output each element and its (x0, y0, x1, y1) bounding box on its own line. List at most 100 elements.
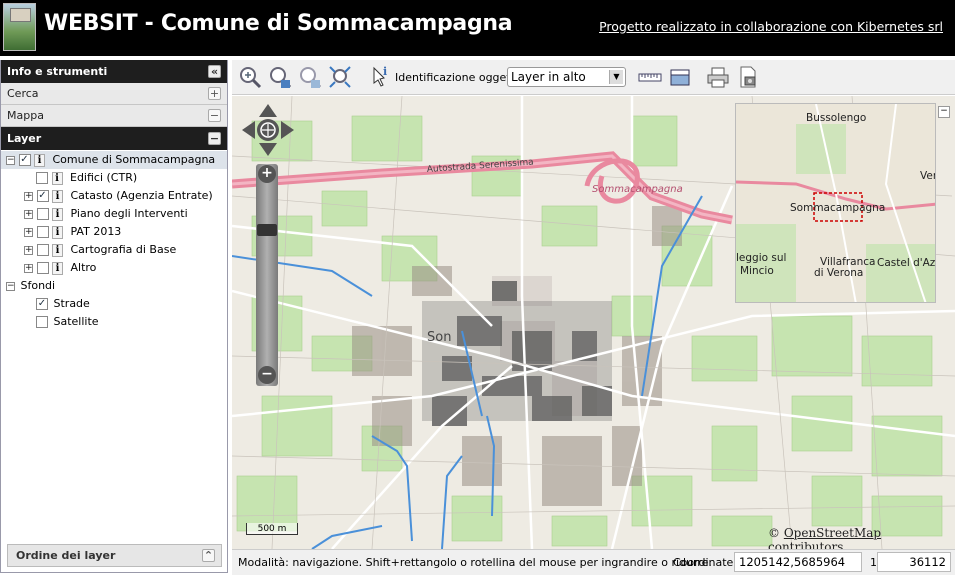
layer-checkbox[interactable]: ✓ (36, 190, 49, 202)
scale-bar: 500 m (246, 523, 298, 535)
expand-search-button[interactable]: + (208, 87, 221, 100)
tree-node-piano[interactable]: + i Piano degli Interventi (24, 205, 188, 223)
expand-order-button[interactable]: ⌃ (202, 549, 215, 562)
collapse-layer-button[interactable]: − (208, 132, 221, 145)
export-icon[interactable] (736, 65, 760, 89)
info-icon[interactable]: i (52, 243, 63, 257)
tree-node-catasto[interactable]: + ✓ i Catasto (Agenzia Entrate) (24, 187, 213, 205)
layer-panel-title: Layer (7, 132, 42, 145)
layer-checkbox[interactable] (36, 208, 49, 220)
status-bar: Modalità: navigazione. Shift+rettangolo … (232, 549, 955, 575)
zoom-plus-button[interactable]: + (258, 165, 276, 183)
overview-label: Castel d'Azza (877, 257, 936, 269)
search-panel-header[interactable]: Cerca + (1, 83, 227, 105)
town-label-pink: Sommacampagna (592, 184, 683, 195)
collapse-panel-button[interactable]: « (208, 65, 221, 78)
mode-text: Modalità: navigazione. Shift+rettangolo … (238, 556, 712, 569)
tree-node-strade[interactable]: ✓ Strade (36, 295, 90, 313)
osm-link[interactable]: OpenStreetMap (784, 526, 881, 540)
tree-node-comune[interactable]: − ✓ i Comune di Sommacampagna (1, 151, 227, 169)
tree-node-label: Edifici (CTR) (70, 171, 138, 184)
basemap-radio[interactable]: ✓ (36, 298, 48, 310)
tree-node-label: Catasto (Agenzia Entrate) (70, 189, 213, 202)
layer-panel-header: Layer − (1, 127, 227, 150)
collapse-icon[interactable]: − (6, 155, 15, 165)
layer-checkbox[interactable] (36, 172, 48, 184)
info-icon[interactable]: i (52, 189, 63, 203)
pan-control[interactable] (242, 104, 294, 156)
zoom-in-icon[interactable] (238, 65, 262, 89)
tree-node-label: Satellite (53, 315, 99, 328)
identify-select[interactable]: Layer in alto ▼ (507, 67, 626, 87)
zoom-extent-icon[interactable] (328, 65, 352, 89)
collapse-map-button[interactable]: − (208, 109, 221, 122)
tree-node-satellite[interactable]: Satellite (36, 313, 99, 331)
identify-icon[interactable]: i (368, 65, 392, 89)
partner-link[interactable]: Progetto realizzato in collaborazione co… (599, 19, 943, 34)
layer-checkbox[interactable] (36, 262, 49, 274)
measure-icon[interactable] (638, 65, 662, 89)
overview-label: leggio sul (736, 252, 787, 264)
layer-tree: − ✓ i Comune di Sommacampagna i Edifici … (1, 150, 227, 535)
layer-order-panel[interactable]: Ordine dei layer ⌃ (7, 544, 222, 567)
zoom-slider[interactable]: + − (256, 164, 278, 386)
info-icon[interactable]: i (34, 153, 45, 167)
zoom-slider-handle[interactable] (257, 224, 277, 236)
collapse-icon[interactable]: − (6, 281, 15, 291)
expand-icon[interactable]: + (24, 227, 33, 237)
expand-icon[interactable]: + (24, 245, 33, 255)
overview-label: Mincio (740, 265, 774, 277)
info-icon[interactable]: i (52, 207, 63, 221)
layer-checkbox[interactable] (36, 244, 49, 256)
tree-node-label: Strade (53, 297, 90, 310)
town-label: Son (427, 330, 452, 345)
coordinates-label: Coordinate: (673, 556, 738, 569)
overview-label: Sommacampagna (790, 202, 886, 214)
app-title: WEBSIT - Comune di Sommacampagna (44, 11, 513, 36)
overview-minimize-button[interactable]: − (938, 106, 950, 118)
tree-node-label: PAT 2013 (70, 225, 122, 238)
overview-label: di Verona (814, 267, 864, 279)
basemap-radio[interactable] (36, 316, 48, 328)
tree-node-label: Comune di Sommacampagna (52, 153, 216, 166)
zoom-back-icon[interactable] (298, 65, 322, 89)
info-icon[interactable]: i (51, 171, 63, 185)
tree-node-label: Cartografia di Base (70, 243, 177, 256)
attribution-prefix: © (768, 526, 784, 540)
measure-area-icon[interactable] (668, 65, 692, 89)
pan-arrows-icon[interactable] (242, 104, 294, 156)
tree-node-edifici[interactable]: i Edifici (CTR) (36, 169, 137, 187)
layer-checkbox[interactable]: ✓ (18, 154, 31, 166)
svg-text:i: i (383, 65, 387, 78)
left-panel: Info e strumenti « Cerca + Mappa − Layer… (0, 60, 228, 573)
print-icon[interactable] (706, 65, 730, 89)
info-panel-header: Info e strumenti « (1, 60, 227, 83)
identify-select-value: Layer in alto (511, 70, 586, 84)
overview-label: Bussolengo (806, 112, 867, 124)
map-panel-title: Mappa (7, 109, 44, 122)
chevron-down-icon: ▼ (609, 70, 623, 84)
map-panel-header[interactable]: Mappa − (1, 105, 227, 127)
scale-field[interactable]: 36112 (877, 552, 951, 572)
zoom-minus-button[interactable]: − (258, 366, 276, 384)
coordinates-field[interactable]: 1205142,5685964 (734, 552, 862, 572)
app-header: WEBSIT - Comune di Sommacampagna Progett… (0, 0, 955, 56)
tree-node-cartografia[interactable]: + i Cartografia di Base (24, 241, 176, 259)
overview-map[interactable]: Bussolengo Ver Sommacampagna leggio sul … (735, 103, 936, 303)
tree-node-sfondi[interactable]: − Sfondi (6, 277, 55, 295)
tree-node-pat[interactable]: + i PAT 2013 (24, 223, 121, 241)
zoom-out-icon[interactable] (268, 65, 292, 89)
info-icon[interactable]: i (52, 225, 63, 239)
expand-icon[interactable]: + (24, 263, 33, 273)
info-panel-title: Info e strumenti (7, 65, 108, 78)
layer-order-title: Ordine dei layer (16, 549, 116, 562)
info-icon[interactable]: i (52, 261, 63, 275)
municipality-logo (3, 3, 36, 51)
map-toolbar: i Identificazione oggetti: Layer in alto… (232, 60, 955, 95)
expand-icon[interactable]: + (24, 191, 33, 201)
expand-icon[interactable]: + (24, 209, 33, 219)
tree-node-altro[interactable]: + i Altro (24, 259, 96, 277)
identify-label: Identificazione oggetti: (395, 71, 522, 84)
search-panel-title: Cerca (7, 87, 39, 100)
layer-checkbox[interactable] (36, 226, 49, 238)
